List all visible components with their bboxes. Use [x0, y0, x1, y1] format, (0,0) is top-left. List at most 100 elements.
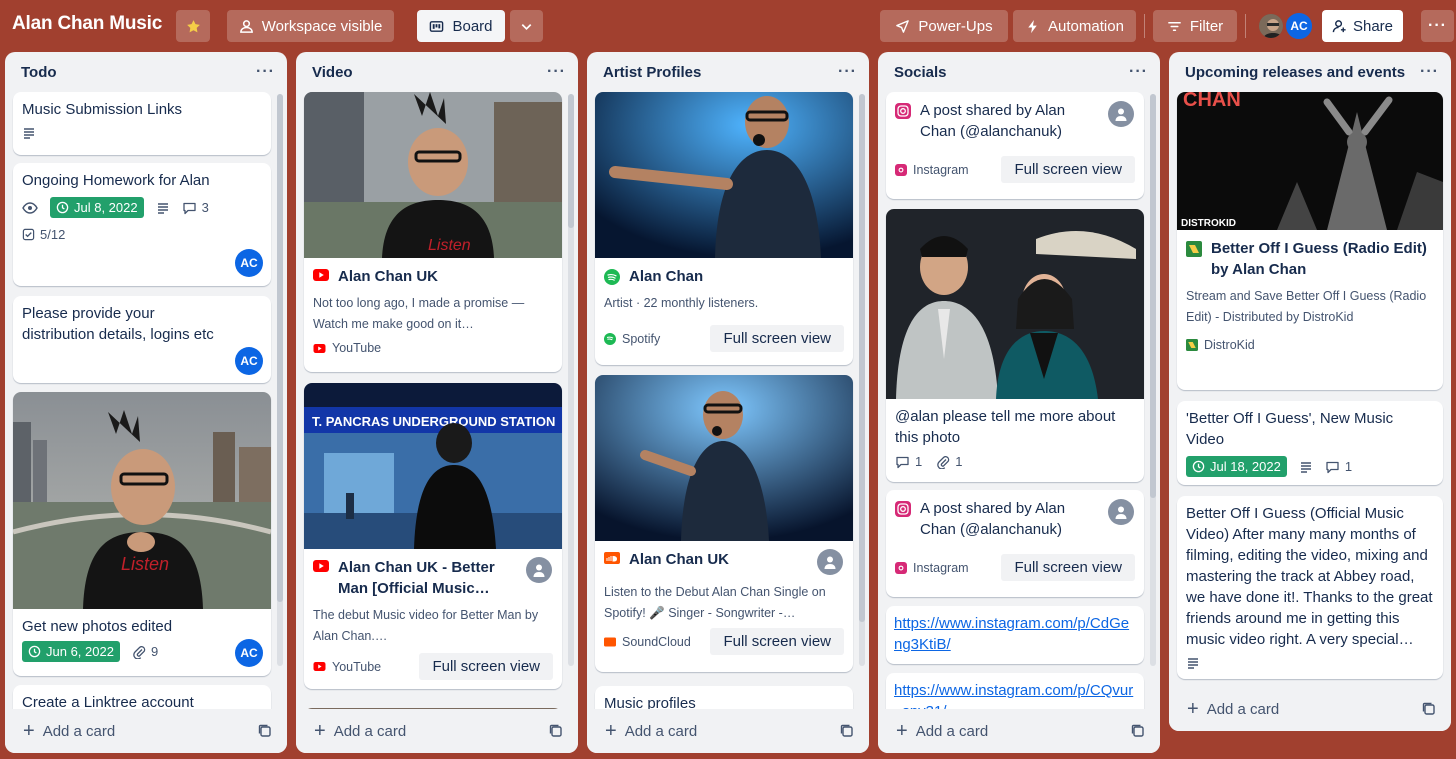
full-screen-view-button[interactable]: Full screen view [710, 628, 844, 655]
list-scrollbar-thumb[interactable] [1150, 94, 1156, 498]
list-menu-icon[interactable]: ··· [256, 63, 275, 81]
card-member-avatar[interactable]: AC [235, 249, 263, 277]
card-youtube-alan-chan-uk[interactable]: Listen Alan Chan UK Not too long ago, I … [304, 92, 562, 372]
card-url-link[interactable]: https://www.instagram.com/p/CdGeng3KtiB/ [886, 606, 1144, 655]
add-card-button[interactable]: + Add a card [896, 721, 988, 741]
card-distrokid-release[interactable]: CHAN DISTROKID Better Off I Guess (Radio… [1177, 92, 1443, 390]
list-title[interactable]: Upcoming releases and events [1185, 64, 1405, 81]
card-instagram-url[interactable]: https://www.instagram.com/p/CQvur_spy31/ [886, 673, 1144, 709]
card-url-link[interactable]: https://www.instagram.com/p/CQvur_spy31/ [886, 673, 1144, 709]
card-template-icon[interactable] [257, 723, 273, 739]
card-distribution-details[interactable]: Please provide your distribution details… [13, 296, 271, 383]
card-instagram-post[interactable]: A post shared by Alan Chan (@alanchanuk)… [886, 92, 1144, 199]
list-header: Upcoming releases and events ··· [1169, 52, 1451, 92]
star-button[interactable] [176, 10, 210, 42]
unassigned-member-icon[interactable] [1108, 499, 1134, 525]
unassigned-member-icon[interactable] [817, 549, 843, 575]
card-title: 'Better Off I Guess', New Music Video [1186, 410, 1394, 448]
add-card-button[interactable]: + Add a card [1187, 699, 1279, 719]
card-badges: Jul 8, 2022 3 [13, 191, 271, 218]
card-official-music-video[interactable]: Better Off I Guess (Official Music Video… [1177, 496, 1443, 679]
comment-count: 1 [915, 454, 923, 469]
link-source-name: SoundCloud [622, 634, 691, 649]
card-music-submission-links[interactable]: Music Submission Links [13, 92, 271, 155]
share-button[interactable]: Share [1322, 10, 1403, 42]
member-avatar-photo[interactable] [1257, 12, 1285, 40]
automation-button[interactable]: Automation [1013, 10, 1136, 42]
add-card-button[interactable]: + Add a card [605, 721, 697, 741]
list-title[interactable]: Artist Profiles [603, 64, 701, 81]
card-template-icon[interactable] [548, 723, 564, 739]
add-card-button[interactable]: + Add a card [314, 721, 406, 741]
card-member-avatar[interactable]: AC [235, 347, 263, 375]
card-get-new-photos[interactable]: Listen Get new photos edited Jun 6, 2022… [13, 392, 271, 676]
power-ups-label: Power-Ups [918, 17, 993, 35]
attachment-count: 1 [955, 454, 963, 469]
card-template-icon[interactable] [839, 723, 855, 739]
list-menu-icon[interactable]: ··· [1129, 63, 1148, 81]
board-title[interactable]: Alan Chan Music [12, 13, 162, 35]
card-template-icon[interactable] [1421, 701, 1437, 717]
list-menu-icon[interactable]: ··· [838, 63, 857, 81]
visibility-button[interactable]: Workspace visible [227, 10, 394, 42]
add-card-button[interactable]: + Add a card [23, 721, 115, 741]
list-scrollbar-thumb[interactable] [277, 94, 283, 602]
unassigned-member-icon[interactable] [526, 557, 552, 583]
full-screen-view-button[interactable]: Full screen view [419, 653, 553, 680]
soundcloud-icon [604, 637, 616, 646]
card-member-avatar[interactable]: AC [235, 639, 263, 667]
filter-button[interactable]: Filter [1153, 10, 1237, 42]
card-instagram-post[interactable]: A post shared by Alan Chan (@alanchanuk)… [886, 490, 1144, 597]
unassigned-member-icon[interactable] [1108, 101, 1134, 127]
card-title: Ongoing Homework for Alan [22, 172, 210, 189]
card-template-icon[interactable] [1130, 723, 1146, 739]
power-ups-button[interactable]: Power-Ups [880, 10, 1008, 42]
person-icon [1115, 506, 1127, 519]
checklist-count: 5/12 [40, 227, 66, 242]
card-music-profiles[interactable]: Music profiles [595, 686, 853, 709]
list-scrollbar-thumb[interactable] [859, 94, 865, 622]
list-title[interactable]: Todo [21, 64, 57, 81]
card-badges: Jul 18, 2022 1 [1177, 450, 1443, 477]
card-badges [1177, 650, 1443, 670]
list-footer: + Add a card [878, 709, 1160, 753]
list-scrollbar-thumb[interactable] [568, 94, 574, 228]
comments-badge: 1 [1325, 459, 1352, 474]
full-screen-view-button[interactable]: Full screen view [710, 325, 844, 352]
list-title[interactable]: Socials [894, 64, 947, 81]
card-new-music-video[interactable]: 'Better Off I Guess', New Music Video Ju… [1177, 401, 1443, 485]
comment-count: 3 [201, 200, 209, 215]
link-footer: YouTube Full screen view [304, 647, 562, 680]
list-menu-icon[interactable]: ··· [547, 63, 566, 81]
youtube-icon [313, 662, 326, 671]
card-spotify-alan-chan[interactable]: Alan Chan Artist · 22 monthly listeners.… [595, 92, 853, 365]
youtube-icon [313, 269, 329, 281]
card-youtube-better-man[interactable]: T. PANCRAS UNDERGROUND STATION Alan Chan… [304, 383, 562, 689]
member-avatar[interactable]: AC [1284, 11, 1314, 41]
filter-icon [1167, 21, 1181, 31]
view-switcher-button[interactable] [510, 10, 543, 42]
list-title[interactable]: Video [312, 64, 353, 81]
due-date-text: Jul 8, 2022 [74, 200, 138, 215]
full-screen-view-button[interactable]: Full screen view [1001, 156, 1135, 183]
due-date-badge[interactable]: Jun 6, 2022 [22, 641, 120, 662]
add-card-label: Add a card [624, 722, 698, 740]
card-soundcloud-alan-chan-uk[interactable]: Alan Chan UK Listen to the Debut Alan Ch… [595, 375, 853, 672]
board-header: Alan Chan Music Workspace visible Board … [0, 0, 1456, 52]
list-menu-icon[interactable]: ··· [1420, 63, 1439, 81]
card-create-linktree[interactable]: Create a Linktree account [13, 685, 271, 709]
plus-icon: + [605, 720, 617, 742]
paperclip-icon [133, 645, 146, 659]
card-instagram-url[interactable]: https://www.instagram.com/p/CdGeng3KtiB/ [886, 606, 1144, 664]
full-screen-view-button[interactable]: Full screen view [1001, 554, 1135, 581]
description-icon [24, 128, 34, 139]
board-menu-button[interactable]: ··· [1421, 10, 1454, 42]
due-date-badge[interactable]: Jul 8, 2022 [50, 197, 144, 218]
card-ongoing-homework[interactable]: Ongoing Homework for Alan Jul 8, 2022 3 … [13, 163, 271, 286]
link-footer: Instagram Full screen view [886, 540, 1144, 581]
board-view-button[interactable]: Board [417, 10, 505, 42]
card-cover-image: Listen [304, 92, 562, 258]
card-photo-question[interactable]: @alan please tell me more about this pho… [886, 209, 1144, 482]
attachments-badge: 9 [132, 644, 158, 659]
due-date-badge[interactable]: Jul 18, 2022 [1186, 456, 1287, 477]
